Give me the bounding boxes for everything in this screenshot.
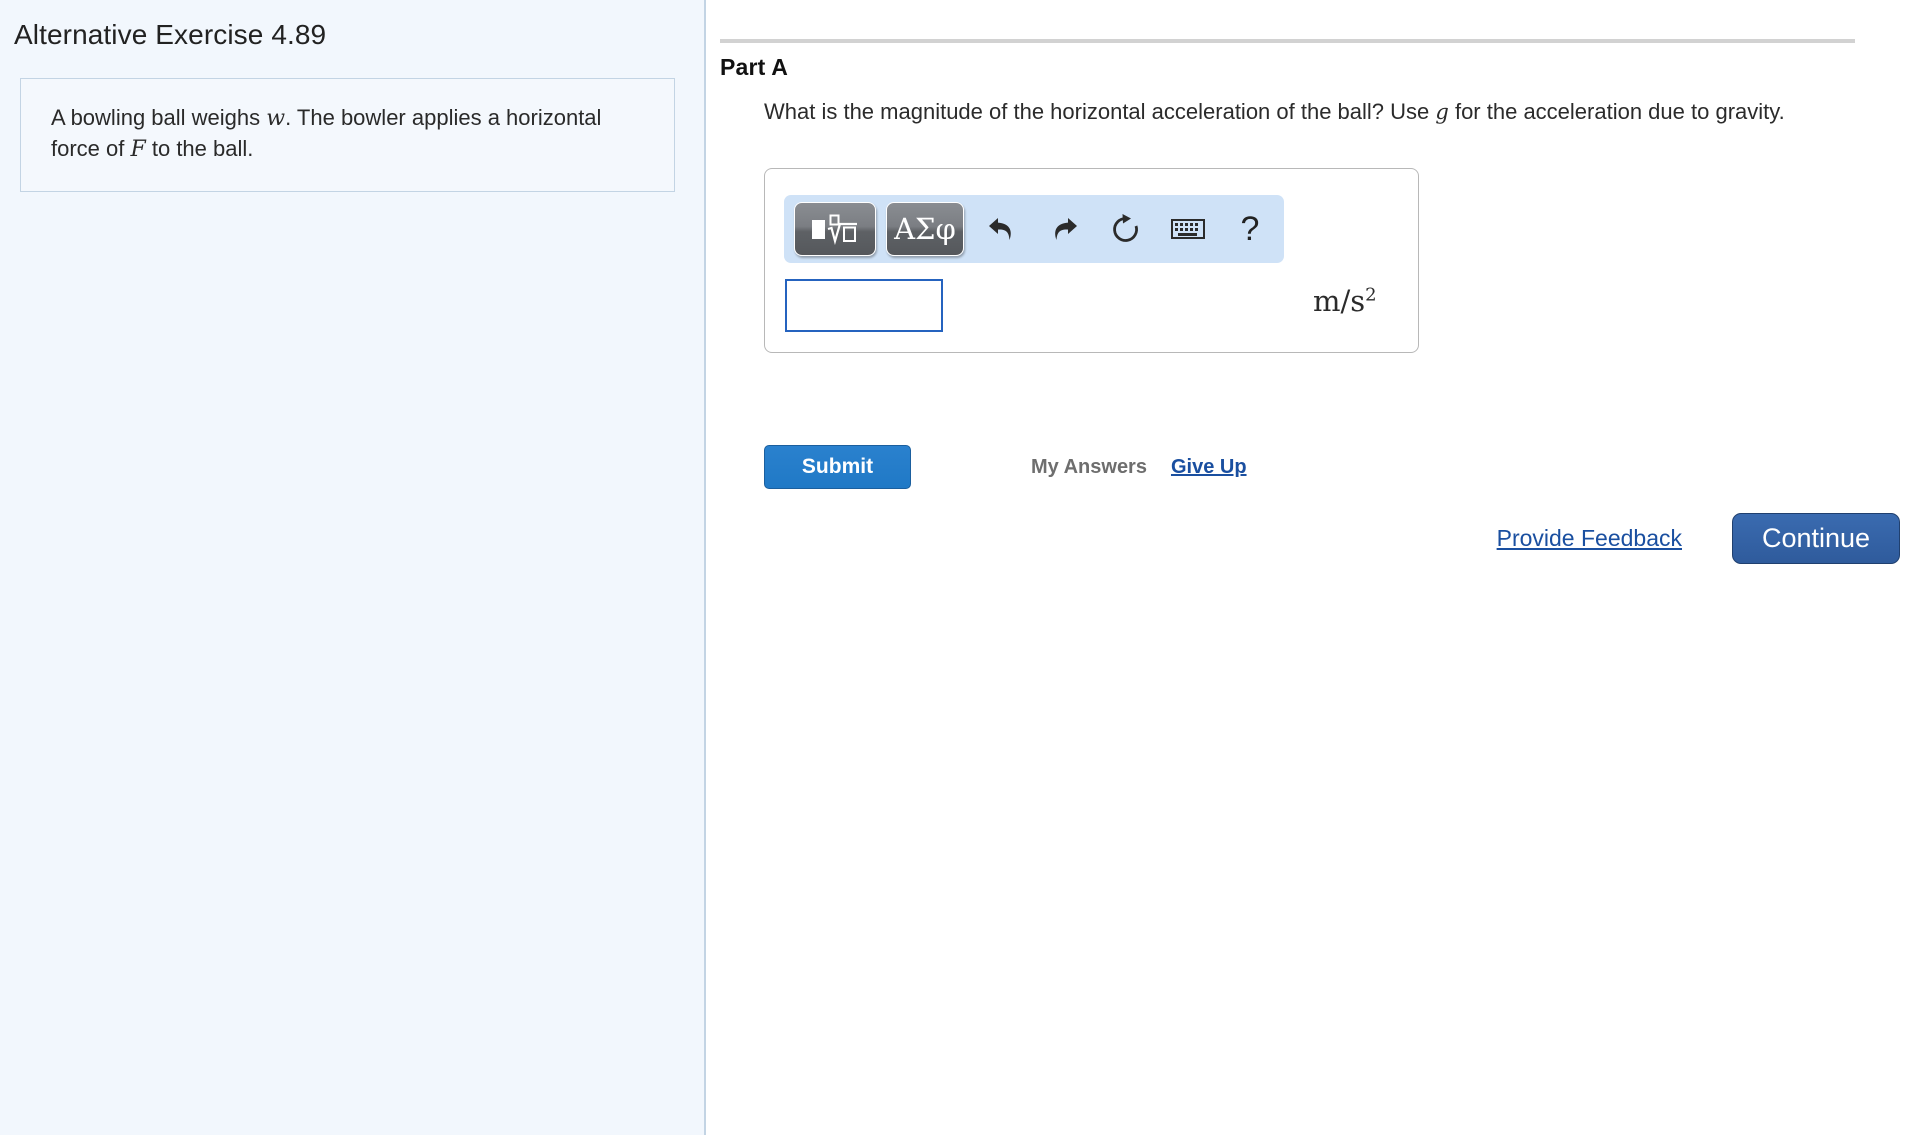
continue-button[interactable]: Continue <box>1732 513 1900 564</box>
page-title: Alternative Exercise 4.89 <box>14 19 327 50</box>
keyboard-button[interactable] <box>1160 202 1216 256</box>
question-segment-2: for the acceleration due to gravity. <box>1448 99 1785 124</box>
provide-feedback-link[interactable]: Provide Feedback <box>1497 525 1682 552</box>
keyboard-icon <box>1171 219 1205 239</box>
math-variable-w: w <box>266 105 286 131</box>
give-up-link[interactable]: Give Up <box>1171 456 1247 479</box>
exercise-sidebar: Alternative Exercise 4.89 A bowling ball… <box>0 0 706 1135</box>
help-button[interactable]: ? <box>1222 202 1278 256</box>
question-prompt: What is the magnitude of the horizontal … <box>764 98 1912 126</box>
answer-input[interactable] <box>785 279 943 332</box>
reset-circular-arrow-icon <box>1113 214 1138 242</box>
reset-button[interactable] <box>1098 202 1154 256</box>
undo-arrow-icon <box>989 218 1011 240</box>
question-segment-1: What is the magnitude of the horizontal … <box>764 99 1436 124</box>
units-base: m/s <box>1313 284 1366 318</box>
math-templates-button[interactable] <box>794 202 876 256</box>
answer-units-label: m/s2 <box>1313 284 1377 318</box>
units-exponent: 2 <box>1365 284 1377 306</box>
undo-button[interactable] <box>974 202 1030 256</box>
section-divider-rule <box>720 39 1855 43</box>
problem-statement-box: A bowling ball weighs w. The bowler appl… <box>20 77 675 193</box>
part-content-panel: Part A What is the magnitude of the hori… <box>706 0 1912 1135</box>
my-answers-link[interactable]: My Answers <box>1031 456 1147 479</box>
problem-text-segment-1: A bowling ball weighs <box>51 104 267 130</box>
math-editor-toolbar: ΑΣφ ? <box>784 195 1284 263</box>
problem-statement-text: A bowling ball weighs w. The bowler appl… <box>51 103 646 166</box>
answer-widget: ΑΣφ ? m/s2 <box>764 168 1419 353</box>
page-root: Alternative Exercise 4.89 A bowling ball… <box>0 0 1912 1135</box>
math-variable-g: g <box>1435 100 1449 124</box>
redo-button[interactable] <box>1036 202 1092 256</box>
square-root-template-icon <box>812 214 857 245</box>
redo-arrow-icon <box>1055 218 1077 240</box>
greek-symbols-button[interactable]: ΑΣφ <box>886 202 964 256</box>
problem-text-segment-3: to the ball. <box>145 135 254 161</box>
answer-actions-row: Submit My Answers Give Up <box>764 444 1664 490</box>
part-heading: Part A <box>720 54 789 80</box>
submit-button[interactable]: Submit <box>764 445 911 489</box>
footer-actions-row: Provide Feedback Continue <box>1497 513 1900 564</box>
math-variable-F: F <box>130 136 146 162</box>
